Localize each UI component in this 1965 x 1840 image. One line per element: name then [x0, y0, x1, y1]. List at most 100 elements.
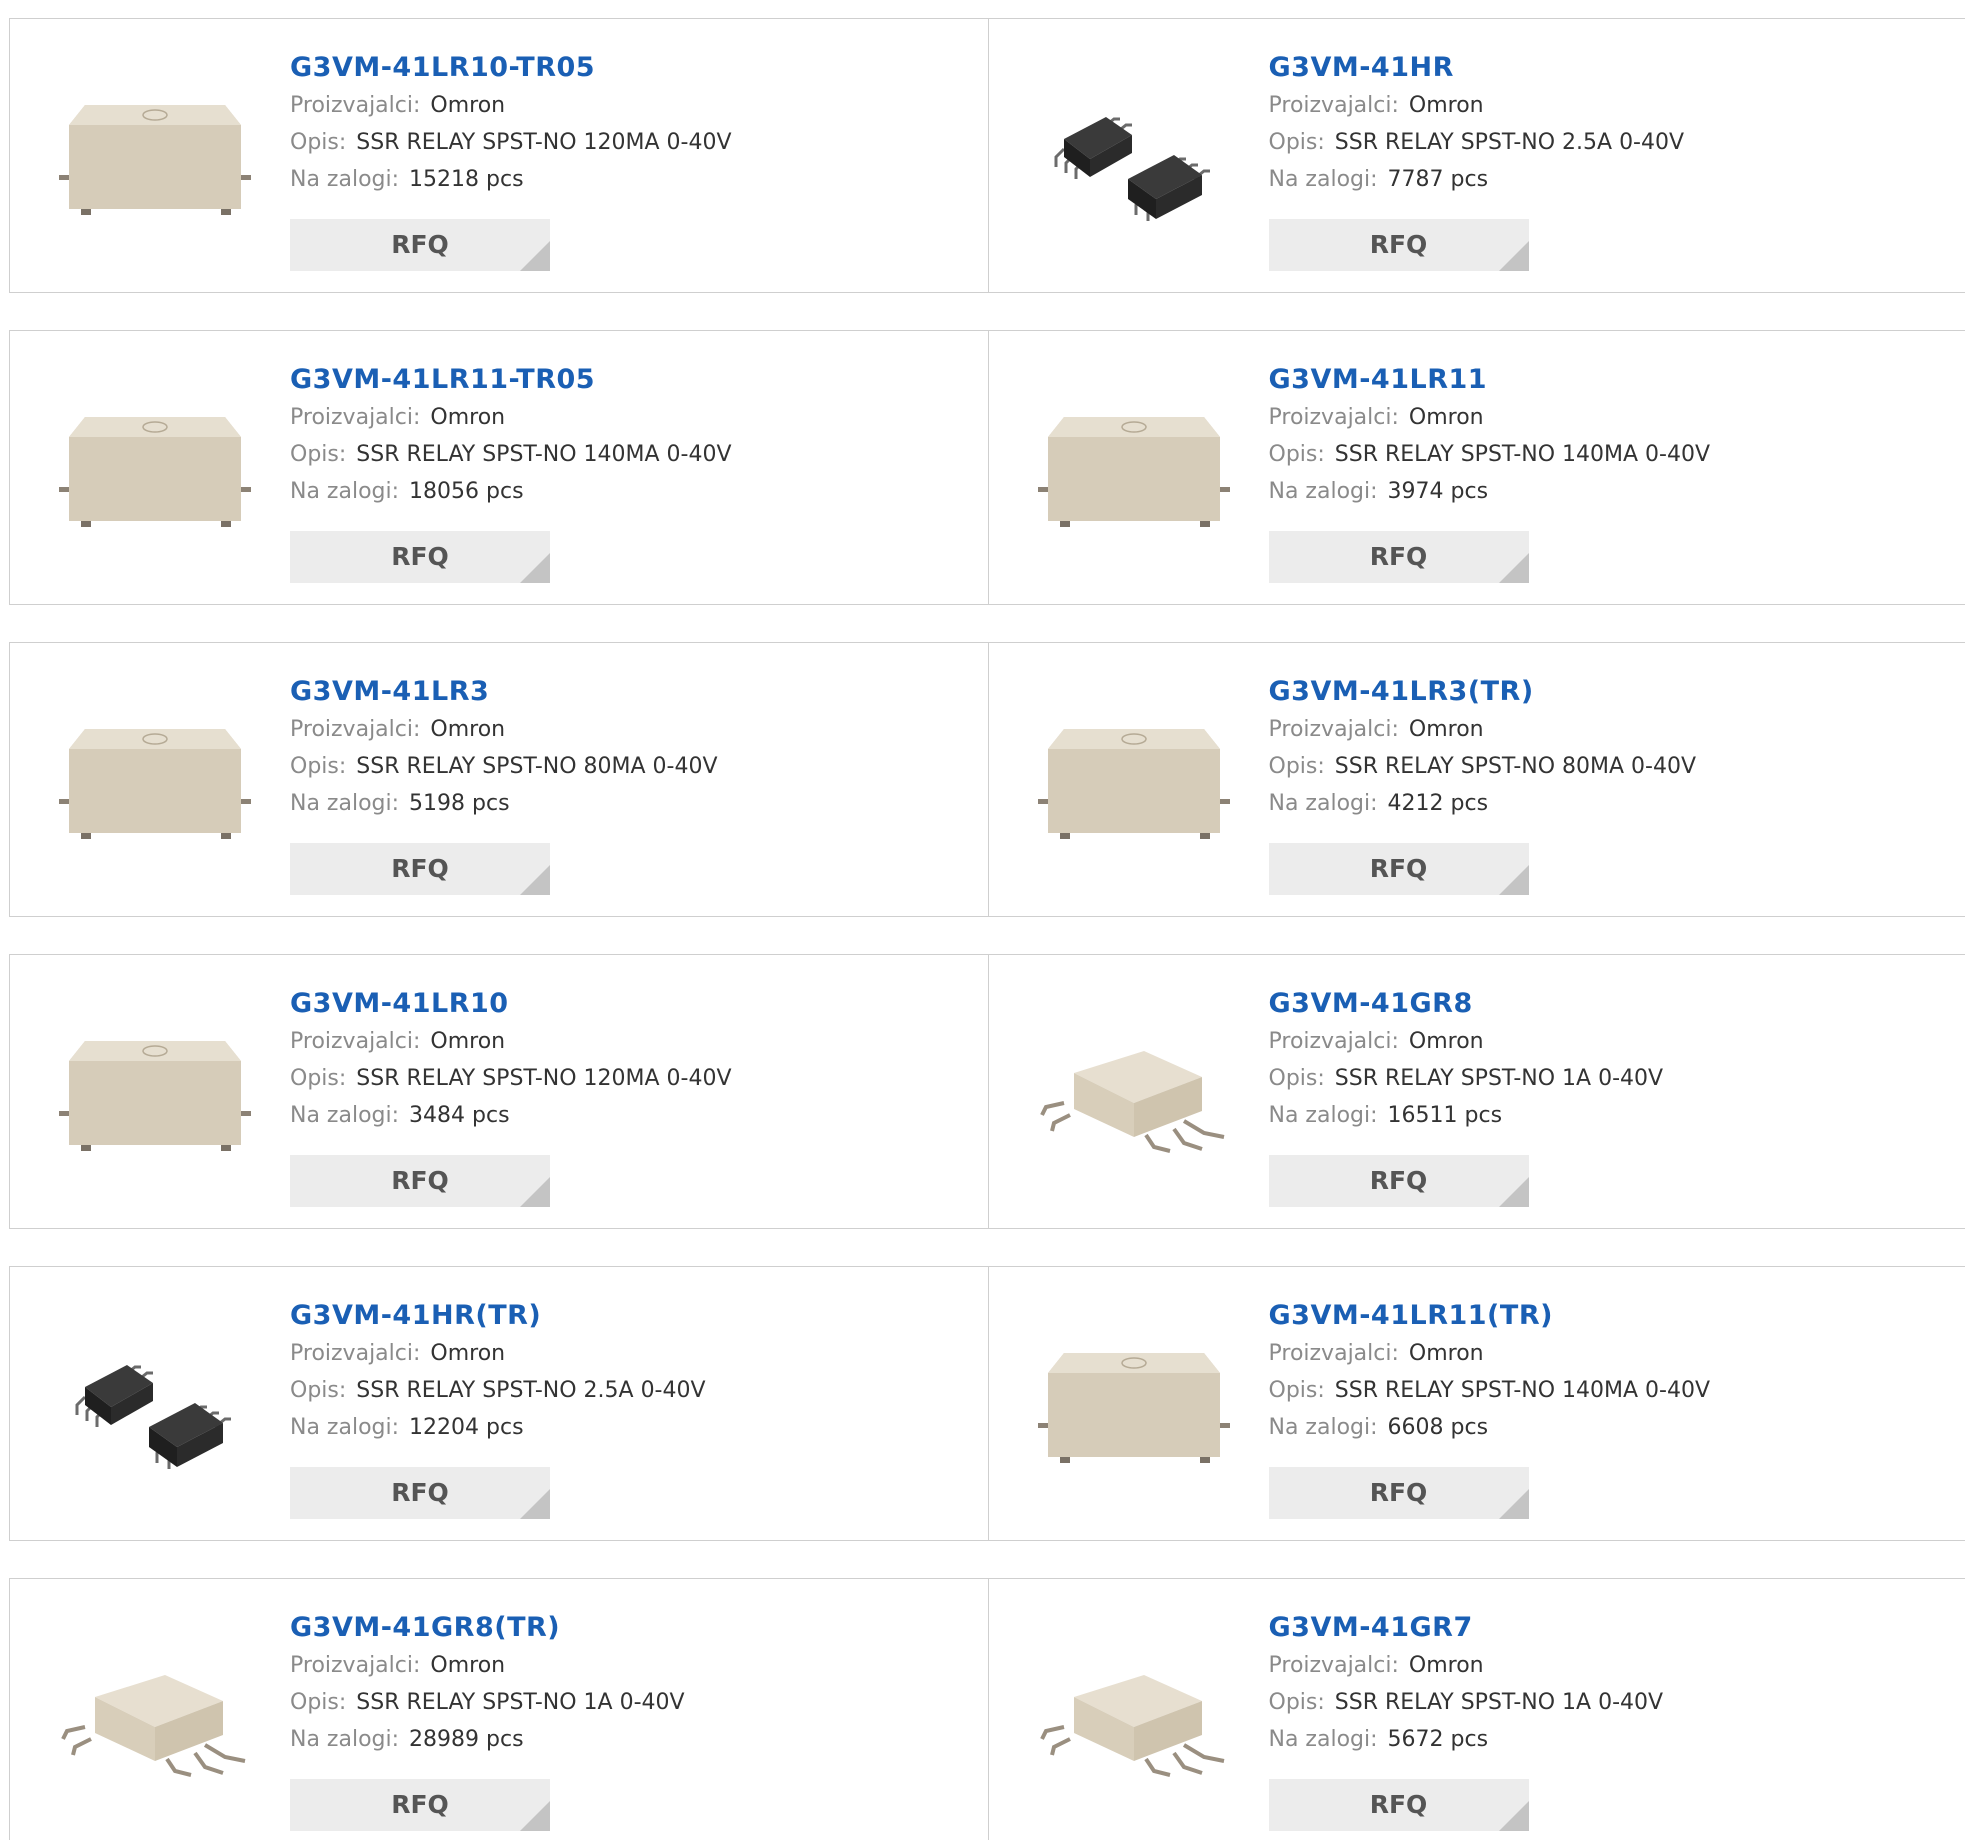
stock-line: Na zalogi: 6608 pcs [1269, 1409, 1711, 1446]
part-number-link[interactable]: G3VM-41HR [1269, 49, 1685, 87]
stock-value: 28989 pcs [409, 1727, 524, 1752]
product-row: G3VM-41LR11-TR05 Proizvajalci: Omron Opis… [9, 330, 1965, 605]
stock-label: Na zalogi: [290, 1103, 400, 1128]
rfq-button[interactable]: RFQ [1268, 843, 1529, 895]
product-image[interactable] [50, 1617, 260, 1827]
product-image[interactable] [50, 993, 260, 1203]
description-line: Opis: SSR RELAY SPST-NO 120MA 0-40V [290, 1060, 732, 1097]
manufacturer-value: Omron [430, 93, 506, 118]
rfq-label: RFQ [391, 1166, 449, 1195]
product-image[interactable] [50, 369, 260, 579]
product-image[interactable] [1029, 681, 1239, 891]
product-row: G3VM-41GR8(TR) Proizvajalci: Omron Opis: S… [9, 1578, 1965, 1840]
rfq-button[interactable]: RFQ [290, 219, 550, 271]
product-image[interactable] [1029, 1617, 1239, 1827]
description-label: Opis: [290, 754, 347, 779]
product-info: G3VM-41GR8 Proizvajalci: Omron Opis: SSR R… [1269, 985, 1664, 1134]
rfq-button[interactable]: RFQ [1268, 1779, 1529, 1831]
part-number-link[interactable]: G3VM-41LR3 [290, 673, 718, 711]
manufacturer-line: Proizvajalci: Omron [290, 1023, 732, 1060]
stock-line: Na zalogi: 15218 pcs [290, 161, 732, 198]
description-value: SSR RELAY SPST-NO 80MA 0-40V [356, 754, 718, 779]
rfq-corner-decoration [520, 1489, 550, 1519]
stock-value: 7787 pcs [1387, 167, 1489, 192]
stock-label: Na zalogi: [290, 1415, 400, 1440]
product-info: G3VM-41LR3(TR) Proizvajalci: Omron Opis: S… [1269, 673, 1697, 822]
manufacturer-label: Proizvajalci: [1268, 1341, 1399, 1366]
stock-value: 3974 pcs [1387, 479, 1489, 504]
stock-value: 16511 pcs [1387, 1103, 1503, 1128]
product-row: G3VM-41LR10 Proizvajalci: Omron Opis: SSR … [9, 954, 1965, 1229]
product-image[interactable] [50, 681, 260, 891]
description-line: Opis: SSR RELAY SPST-NO 1A 0-40V [1269, 1684, 1664, 1721]
beige-block-relay-icon [1037, 1353, 1230, 1463]
product-image[interactable] [1029, 993, 1239, 1203]
product-card: G3VM-41LR3(TR) Proizvajalci: Omron Opis: S… [987, 643, 1965, 916]
manufacturer-value: Omron [430, 717, 506, 742]
product-info: G3VM-41LR3 Proizvajalci: Omron Opis: SSR R… [290, 673, 718, 822]
part-number-link[interactable]: G3VM-41HR(TR) [290, 1297, 706, 1335]
rfq-button[interactable]: RFQ [290, 531, 550, 583]
stock-line: Na zalogi: 12204 pcs [290, 1409, 706, 1446]
product-info: G3VM-41GR7 Proizvajalci: Omron Opis: SSR R… [1269, 1609, 1664, 1758]
part-number-link[interactable]: G3VM-41LR10 [290, 985, 732, 1023]
rfq-button[interactable]: RFQ [1268, 219, 1529, 271]
rfq-button[interactable]: RFQ [1268, 531, 1529, 583]
product-grid: G3VM-41LR10-TR05 Proizvajalci: Omron Opis… [0, 0, 1965, 1840]
description-line: Opis: SSR RELAY SPST-NO 80MA 0-40V [290, 748, 718, 785]
manufacturer-label: Proizvajalci: [290, 717, 421, 742]
stock-value: 6608 pcs [1387, 1415, 1489, 1440]
product-image[interactable] [50, 1305, 260, 1515]
stock-value: 15218 pcs [409, 167, 524, 192]
beige-gullwing-relay-icon [61, 1675, 246, 1777]
description-label: Opis: [1268, 754, 1325, 779]
part-number-link[interactable]: G3VM-41LR11 [1269, 361, 1711, 399]
stock-label: Na zalogi: [1268, 791, 1378, 816]
manufacturer-label: Proizvajalci: [1268, 1653, 1399, 1678]
part-number-link[interactable]: G3VM-41GR7 [1269, 1609, 1664, 1647]
part-number-link[interactable]: G3VM-41GR8 [1269, 985, 1664, 1023]
rfq-corner-decoration [520, 553, 550, 583]
stock-value: 18056 pcs [409, 479, 524, 504]
product-row: G3VM-41LR10-TR05 Proizvajalci: Omron Opis… [9, 18, 1965, 293]
beige-block-relay-icon [1037, 729, 1230, 839]
part-number-link[interactable]: G3VM-41LR11-TR05 [290, 361, 732, 399]
beige-gullwing-relay-icon [1039, 1051, 1224, 1153]
beige-block-relay-icon [1037, 417, 1230, 527]
product-image[interactable] [1029, 57, 1239, 267]
manufacturer-line: Proizvajalci: Omron [1269, 87, 1685, 124]
product-row: G3VM-41HR(TR) Proizvajalci: Omron Opis: SS… [9, 1266, 1965, 1541]
rfq-button[interactable]: RFQ [290, 1467, 550, 1519]
product-card: G3VM-41GR8(TR) Proizvajalci: Omron Opis: S… [10, 1579, 988, 1840]
rfq-button[interactable]: RFQ [1268, 1155, 1529, 1207]
manufacturer-value: Omron [430, 405, 506, 430]
rfq-button[interactable]: RFQ [290, 1155, 550, 1207]
rfq-button[interactable]: RFQ [290, 1779, 550, 1831]
description-value: SSR RELAY SPST-NO 120MA 0-40V [356, 1066, 732, 1091]
beige-block-relay-icon [59, 1041, 251, 1151]
stock-line: Na zalogi: 4212 pcs [1269, 785, 1697, 822]
manufacturer-value: Omron [1408, 1029, 1484, 1054]
manufacturer-label: Proizvajalci: [1268, 1029, 1399, 1054]
part-number-link[interactable]: G3VM-41LR10-TR05 [290, 49, 732, 87]
stock-line: Na zalogi: 5672 pcs [1269, 1721, 1664, 1758]
manufacturer-value: Omron [1408, 93, 1484, 118]
stock-label: Na zalogi: [290, 167, 400, 192]
rfq-button[interactable]: RFQ [1268, 1467, 1529, 1519]
product-image[interactable] [1029, 369, 1239, 579]
description-value: SSR RELAY SPST-NO 80MA 0-40V [1334, 754, 1697, 779]
description-label: Opis: [1268, 442, 1325, 467]
manufacturer-value: Omron [1408, 717, 1484, 742]
product-image[interactable] [1029, 1305, 1239, 1515]
black-sop-relay-icon [75, 1365, 231, 1469]
description-label: Opis: [1268, 130, 1325, 155]
part-number-link[interactable]: G3VM-41LR11(TR) [1269, 1297, 1711, 1335]
description-label: Opis: [1268, 1066, 1325, 1091]
product-image[interactable] [50, 57, 260, 267]
description-value: SSR RELAY SPST-NO 1A 0-40V [356, 1690, 685, 1715]
manufacturer-value: Omron [430, 1341, 506, 1366]
manufacturer-line: Proizvajalci: Omron [1269, 1335, 1711, 1372]
rfq-button[interactable]: RFQ [290, 843, 550, 895]
part-number-link[interactable]: G3VM-41GR8(TR) [290, 1609, 685, 1647]
part-number-link[interactable]: G3VM-41LR3(TR) [1269, 673, 1697, 711]
